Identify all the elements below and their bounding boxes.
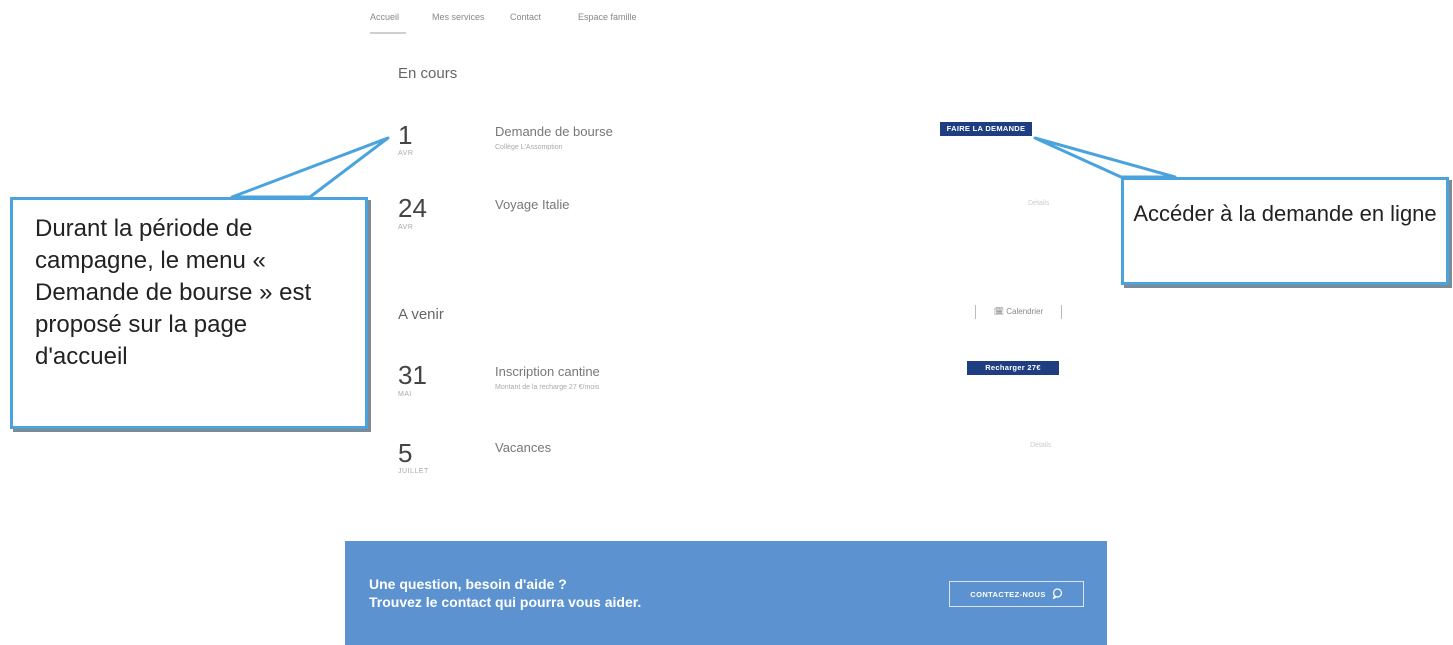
annotation-callout-right: Accéder à la demande en ligne xyxy=(1121,177,1449,285)
annotation-callout-left: Durant la période de campagne, le menu «… xyxy=(10,197,368,429)
